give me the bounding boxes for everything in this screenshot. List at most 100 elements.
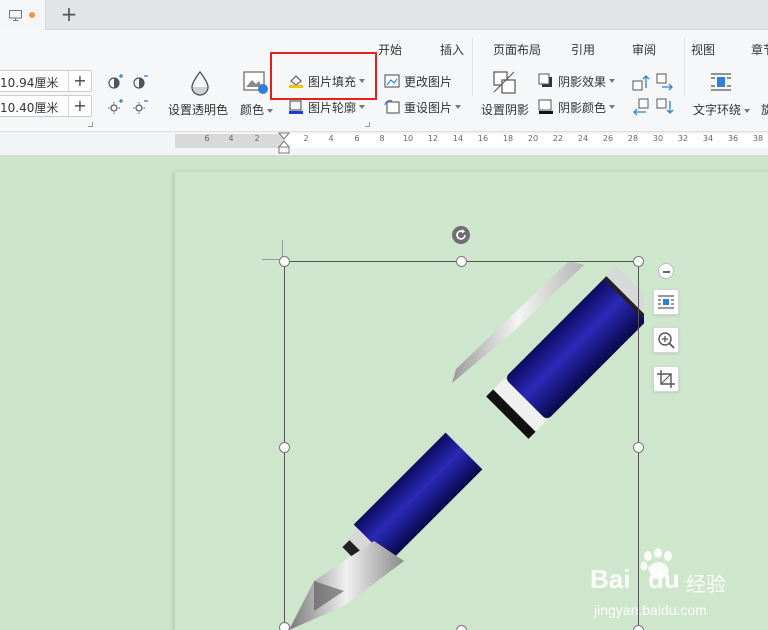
watermark-url: jingyan.baidu.com	[594, 602, 707, 618]
width-increase-button[interactable]: +	[70, 71, 90, 91]
ruler-tick-label: 6	[354, 134, 360, 143]
ruler-tick-label: 32	[677, 134, 689, 143]
chevron-down-icon	[744, 108, 751, 113]
indent-marker[interactable]	[278, 132, 290, 154]
divider	[68, 96, 69, 116]
ruler-tick-label: 24	[577, 134, 589, 143]
horizontal-ruler: 6 4 2 2 4 6 8 10 12 14 16 18 20 22 24 26 28 30 32 34 36 38	[0, 132, 768, 156]
chevron-down-icon	[609, 79, 616, 83]
ruler-tick-label: 10	[402, 134, 414, 143]
width-field[interactable]: 10.94厘米 +	[0, 70, 92, 92]
ruler-tick-label: 36	[727, 134, 739, 143]
change-picture-icon	[384, 74, 400, 88]
chevron-down-icon	[359, 105, 366, 109]
menu-insert[interactable]: 插入	[440, 41, 464, 58]
height-field[interactable]: 10.40厘米 +	[0, 95, 92, 117]
shadow-nudge-right-icon[interactable]	[656, 73, 674, 91]
picture-outline-button[interactable]: 图片轮廓	[288, 97, 366, 117]
menu-references[interactable]: 引用	[571, 41, 595, 58]
tab-bar: +	[0, 0, 768, 30]
droplet-icon[interactable]	[188, 70, 212, 96]
shadow-color-icon	[538, 99, 553, 114]
ruler-tick-label: 14	[452, 134, 464, 143]
picture-dialog-launcher[interactable]	[365, 122, 370, 127]
menu-page-layout[interactable]: 页面布局	[493, 41, 541, 58]
text-wrap-label: 文字环绕	[693, 103, 742, 117]
text-wrap-icon[interactable]	[709, 70, 733, 94]
resize-handle-top[interactable]	[456, 256, 467, 267]
picture-outline-icon	[289, 100, 303, 114]
ruler-tick-label: 16	[477, 134, 489, 143]
height-value: 10.40厘米	[0, 101, 59, 115]
menu-home[interactable]: 开始	[378, 41, 402, 58]
resize-handle-top-left[interactable]	[279, 256, 290, 267]
new-tab-button[interactable]: +	[58, 4, 80, 26]
rotate-label[interactable]: 旋	[761, 101, 768, 118]
watermark-jingyan: 经验	[686, 572, 726, 596]
menu-view[interactable]: 视图	[691, 41, 715, 58]
ruler-tick-label: 22	[552, 134, 564, 143]
shadow-effect-label: 阴影效果	[558, 74, 607, 89]
crop-icon	[657, 370, 675, 388]
shadow-nudge-left-icon[interactable]	[632, 98, 650, 116]
chevron-down-icon	[609, 105, 616, 109]
reset-picture-icon	[384, 99, 400, 114]
ruler-tick-label: 2	[303, 134, 309, 143]
zoom-picture-button[interactable]	[653, 327, 679, 353]
menu-chapter[interactable]: 章节	[751, 41, 768, 58]
ruler-tick-label: 4	[328, 134, 334, 143]
shadow-icon[interactable]	[492, 70, 518, 96]
brightness-increase-icon[interactable]	[106, 98, 124, 116]
shadow-color-button[interactable]: 阴影颜色	[538, 97, 616, 117]
ruler-tick-label: 12	[427, 134, 439, 143]
divider	[68, 71, 69, 91]
text-wrap-button[interactable]: 文字环绕	[693, 101, 751, 118]
ruler-tick-label: 4	[228, 134, 234, 143]
set-transparent-color-label[interactable]: 设置透明色	[168, 101, 228, 118]
shadow-color-label: 阴影颜色	[558, 100, 607, 115]
resize-handle-bottom-left[interactable]	[279, 622, 290, 630]
size-dialog-launcher[interactable]	[88, 122, 93, 127]
shadow-effect-button[interactable]: 阴影效果	[538, 71, 616, 91]
rotate-handle[interactable]	[452, 226, 470, 244]
resize-handle-right[interactable]	[633, 442, 644, 453]
change-picture-button[interactable]: 更改图片	[384, 71, 452, 91]
reset-picture-button[interactable]: 重设图片	[384, 97, 462, 117]
crop-button[interactable]	[653, 366, 679, 392]
chevron-down-icon	[267, 108, 274, 113]
set-shadow-label[interactable]: 设置阴影	[481, 101, 529, 118]
ruler-tick-label: 8	[379, 134, 385, 143]
shadow-nudge-down-icon[interactable]	[656, 98, 674, 116]
divider	[472, 38, 473, 96]
contrast-decrease-icon[interactable]	[131, 73, 149, 91]
chevron-down-icon	[455, 105, 462, 109]
resize-handle-top-right[interactable]	[633, 256, 644, 267]
height-increase-button[interactable]: +	[70, 96, 90, 116]
collapse-toolbar-button[interactable]	[658, 263, 674, 279]
resize-handle-left[interactable]	[279, 442, 290, 453]
resize-handle-bottom[interactable]	[456, 625, 467, 630]
ruler-tick-label: 34	[702, 134, 714, 143]
unsaved-dot	[29, 12, 35, 18]
contrast-increase-icon[interactable]	[106, 73, 124, 91]
rotate-icon	[456, 229, 466, 240]
watermark-brand: Bai	[590, 564, 631, 594]
ruler-tick-label: 20	[527, 134, 539, 143]
ruler-tick-label: 38	[752, 134, 764, 143]
color-label: 颜色	[240, 103, 265, 117]
layout-options-button[interactable]	[653, 289, 679, 315]
picture-outline-label: 图片轮廓	[308, 100, 357, 115]
document-tab[interactable]	[0, 0, 46, 30]
menu-review[interactable]: 审阅	[632, 41, 656, 58]
zoom-in-icon	[658, 332, 675, 349]
picture-color-icon[interactable]	[243, 70, 269, 96]
ruler-tick-label: 28	[627, 134, 639, 143]
baidu-jingyan-watermark: Bai du 经验 jingyan.baidu.com	[586, 546, 736, 626]
highlight-box	[270, 52, 377, 100]
text-wrap-icon	[658, 295, 674, 309]
color-button[interactable]: 颜色	[240, 101, 274, 118]
width-value: 10.94厘米	[0, 76, 59, 90]
ruler-tick-label: 2	[254, 134, 260, 143]
shadow-nudge-up-icon[interactable]	[632, 73, 650, 91]
brightness-decrease-icon[interactable]	[131, 98, 149, 116]
